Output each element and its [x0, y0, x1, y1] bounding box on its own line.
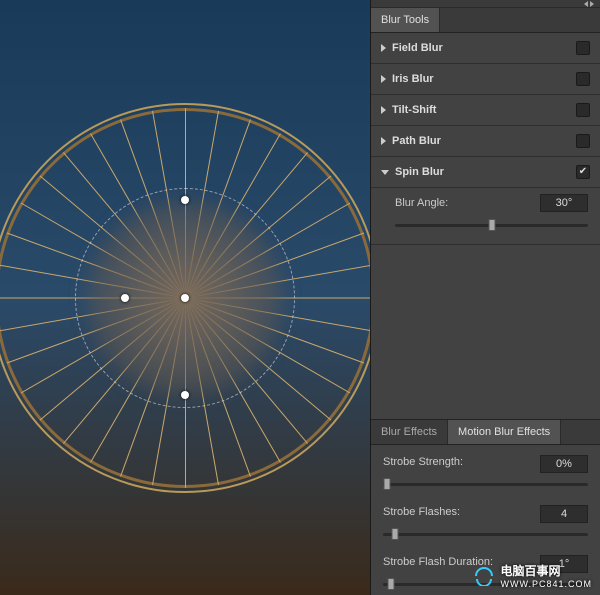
section-iris-blur[interactable]: Iris Blur: [371, 64, 600, 95]
blur-panel: Blur Tools Field Blur Iris Blur Tilt-Shi…: [370, 0, 600, 595]
section-label: Spin Blur: [395, 166, 570, 178]
section-tilt-shift[interactable]: Tilt-Shift: [371, 95, 600, 126]
spin-control-center[interactable]: [181, 294, 189, 302]
spin-blur-params: Blur Angle: 30°: [371, 188, 600, 245]
image-canvas[interactable]: [0, 0, 370, 595]
strobe-strength-slider[interactable]: [383, 477, 588, 491]
disclosure-closed-icon: [381, 44, 386, 52]
checkbox-path-blur[interactable]: [576, 134, 590, 148]
checkbox-spin-blur[interactable]: [576, 165, 590, 179]
section-label: Iris Blur: [392, 73, 570, 85]
checkbox-field-blur[interactable]: [576, 41, 590, 55]
disclosure-closed-icon: [381, 75, 386, 83]
disclosure-open-icon: [381, 170, 389, 175]
section-spin-blur[interactable]: Spin Blur: [371, 157, 600, 188]
panel-spacer: [371, 245, 600, 419]
disclosure-closed-icon: [381, 137, 386, 145]
strobe-flashes-value[interactable]: 4: [540, 505, 588, 523]
watermark: 电脑百事网 WWW.PC841.COM: [474, 562, 592, 589]
watermark-title: 电脑百事网: [500, 564, 560, 578]
strobe-flashes-label: Strobe Flashes:: [383, 506, 532, 518]
disclosure-closed-icon: [381, 106, 386, 114]
panel-tabs: Blur Tools: [371, 8, 600, 33]
watermark-logo-icon: [474, 566, 494, 586]
section-label: Field Blur: [392, 42, 570, 54]
blur-angle-label: Blur Angle:: [395, 197, 532, 209]
ferris-wheel-graphic: [0, 108, 370, 488]
strobe-strength-value[interactable]: 0%: [540, 455, 588, 473]
section-label: Tilt-Shift: [392, 104, 570, 116]
section-path-blur[interactable]: Path Blur: [371, 126, 600, 157]
image-content: [0, 0, 370, 595]
watermark-url: WWW.PC841.COM: [500, 579, 592, 589]
panel-top-bar: [371, 0, 600, 8]
strobe-flashes-slider[interactable]: [383, 527, 588, 541]
section-label: Path Blur: [392, 135, 570, 147]
blur-angle-value[interactable]: 30°: [540, 194, 588, 212]
tab-motion-blur-effects[interactable]: Motion Blur Effects: [448, 420, 561, 444]
strobe-flashes-block: Strobe Flashes: 4: [371, 495, 600, 545]
checkbox-tilt-shift[interactable]: [576, 103, 590, 117]
checkbox-iris-blur[interactable]: [576, 72, 590, 86]
blur-angle-slider[interactable]: [395, 218, 588, 232]
tab-blur-tools[interactable]: Blur Tools: [371, 8, 440, 32]
strobe-strength-label: Strobe Strength:: [383, 456, 532, 468]
spin-control-handle-left[interactable]: [121, 294, 129, 302]
spin-control-handle-bottom[interactable]: [181, 391, 189, 399]
section-field-blur[interactable]: Field Blur: [371, 33, 600, 64]
effects-tabs: Blur Effects Motion Blur Effects: [371, 419, 600, 445]
panel-collapse-icon[interactable]: [584, 1, 594, 7]
spin-control-handle-top[interactable]: [181, 196, 189, 204]
tab-blur-effects[interactable]: Blur Effects: [371, 420, 448, 444]
strobe-strength-block: Strobe Strength: 0%: [371, 445, 600, 495]
